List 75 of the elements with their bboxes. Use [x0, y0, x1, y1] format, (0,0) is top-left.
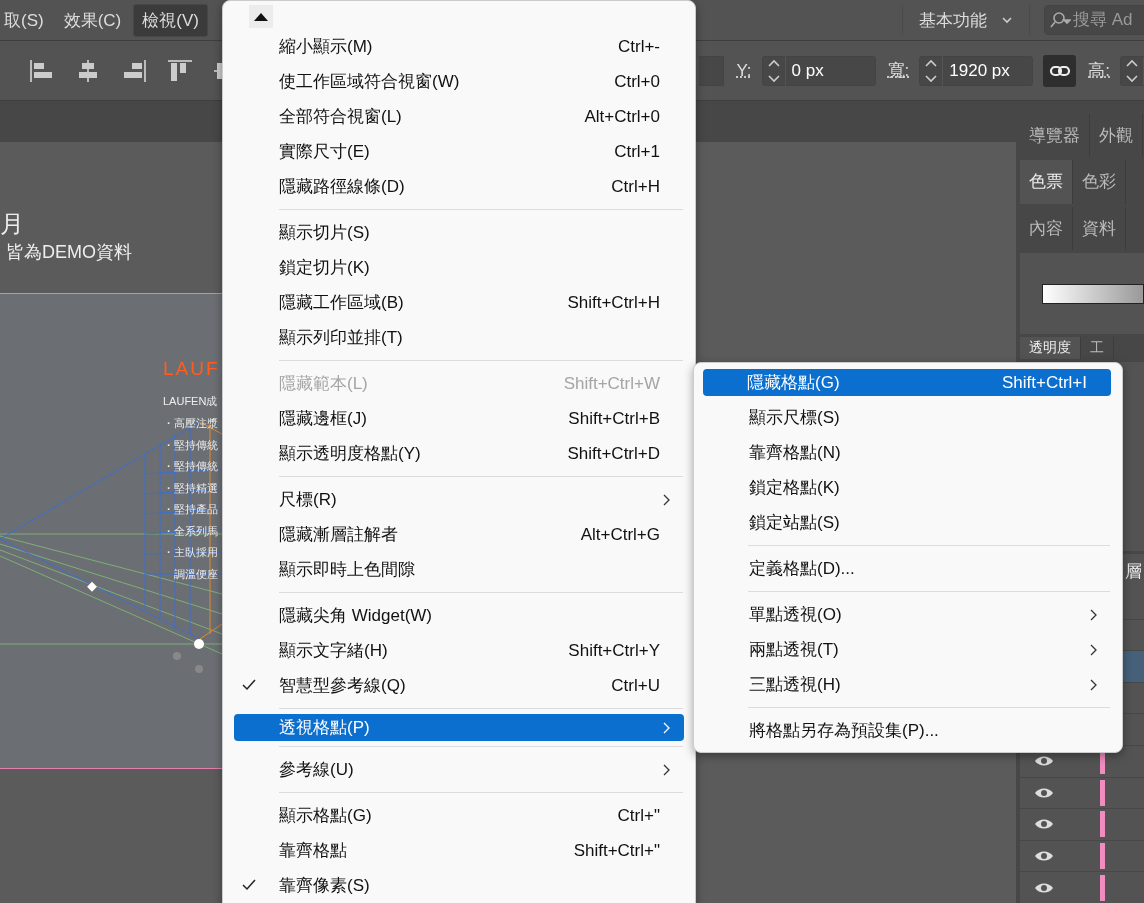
menu-item[interactable]: 顯示文字緒(H) Shift+Ctrl+Y	[234, 633, 684, 668]
menu-item[interactable]: 使工作區域符合視窗(W) Ctrl+0	[234, 64, 684, 99]
menu-item[interactable]: 顯示格點(G) Ctrl+"	[234, 798, 684, 833]
panel-tab[interactable]: 資料	[1073, 206, 1126, 251]
menu-item[interactable]: 顯示即時上色間隙	[234, 552, 684, 587]
panel-tab[interactable]: 色彩	[1073, 160, 1126, 204]
artwork-bullet: ・堅持精選	[163, 480, 219, 496]
menu-item[interactable]: 鎖定格點(K)	[705, 470, 1111, 505]
menu-item[interactable]: 隱藏漸層註解者 Alt+Ctrl+G	[234, 517, 684, 552]
menubar-item[interactable]: 效果(C)	[55, 4, 130, 36]
menu-item[interactable]: 透視格點(P)	[234, 714, 684, 741]
artwork-bullet: ・高壓注漿	[163, 416, 219, 431]
width-label: 寬:	[887, 60, 910, 82]
menu-item[interactable]: 隱藏邊框(J) Shift+Ctrl+B	[234, 401, 684, 436]
artboard-subtitle: 皆為DEMO資料	[5, 241, 132, 264]
menu-item[interactable]: 全部符合視窗(L) Alt+Ctrl+0	[234, 99, 684, 134]
workspace-switcher[interactable]: 基本功能	[902, 5, 1030, 35]
y-field[interactable]: 0 px	[761, 55, 876, 86]
menu-item[interactable]: 參考線(U)	[234, 752, 684, 787]
panel-tab[interactable]: 外觀	[1090, 113, 1143, 158]
menu-item[interactable]: 三點透視(H)	[705, 667, 1111, 702]
menu-item[interactable]: 靠齊格點(N)	[705, 435, 1111, 470]
search-icon	[1049, 11, 1071, 29]
layer-color-bar	[1100, 843, 1105, 870]
layer-row[interactable]	[1020, 840, 1144, 873]
scroll-up-icon[interactable]	[249, 5, 273, 28]
artwork-bullet: 調溫便座	[173, 566, 219, 582]
panel-tab[interactable]: 工	[1081, 337, 1114, 359]
menu-item[interactable]: 隱藏工作區域(B) Shift+Ctrl+H	[234, 285, 684, 320]
artwork-bullet: ・堅持傳統	[163, 437, 219, 453]
y-label: Y:	[736, 60, 752, 81]
menu-item[interactable]: 兩點透視(T)	[705, 632, 1111, 667]
artwork-bullet: ・堅持產品	[163, 502, 219, 517]
panel-tab[interactable]: 內容	[1020, 206, 1073, 251]
panel-tab[interactable]: 色票	[1020, 160, 1073, 204]
menu-item[interactable]: 尺標(R)	[234, 482, 684, 517]
artwork-text: LAUFEN成	[163, 394, 219, 409]
menu-item[interactable]: 隱藏尖角 Widget(W)	[234, 598, 684, 633]
layer-color-bar	[1100, 779, 1105, 806]
layer-row[interactable]	[1020, 777, 1144, 810]
menu-item[interactable]: 鎖定站點(S)	[705, 505, 1111, 540]
menubar-item[interactable]: 檢視(V)	[133, 3, 208, 37]
panel-tab[interactable]: 導覽器	[1020, 113, 1090, 158]
layer-row[interactable]	[1020, 809, 1144, 841]
height-field[interactable]	[1120, 55, 1144, 86]
layer-color-bar	[1100, 874, 1105, 901]
menubar-item[interactable]: 取(S)	[0, 4, 52, 36]
menu-item[interactable]: 隱藏格點(G) Shift+Ctrl+I	[703, 369, 1111, 396]
menu-item[interactable]: 顯示列印並排(T)	[234, 320, 684, 355]
artwork-title: LAUF	[163, 358, 220, 380]
link-button[interactable]	[1043, 54, 1077, 87]
panel-tab[interactable]: 透明度	[1020, 337, 1081, 359]
artboard-heading: 月	[0, 209, 24, 239]
menu-item[interactable]: 靠齊格點 Shift+Ctrl+"	[234, 833, 684, 868]
width-field[interactable]: 1920 px	[919, 55, 1034, 86]
layer-color-bar	[1100, 811, 1105, 838]
menu-item[interactable]: 將格點另存為預設集(P)...	[705, 713, 1111, 748]
artwork-bullet: ・堅持傳統	[163, 459, 219, 474]
menu-item[interactable]: 顯示尺標(S)	[705, 400, 1111, 435]
menu-item[interactable]: 定義格點(D)...	[705, 551, 1111, 586]
menu-item[interactable]: 鎖定切片(K)	[234, 250, 684, 285]
menu-item[interactable]: 靠齊像素(S)	[234, 868, 684, 903]
menu-item[interactable]: 單點透視(O)	[705, 597, 1111, 632]
height-label: 高:	[1088, 60, 1110, 82]
artwork-bullet: ・全系列馬	[163, 523, 219, 539]
chevron-down-icon	[1001, 16, 1013, 24]
menu-item[interactable]: 顯示透明度格點(Y) Shift+Ctrl+D	[234, 436, 684, 471]
menu-item[interactable]: 縮小顯示(M) Ctrl+-	[234, 29, 684, 64]
link-icon	[1048, 63, 1071, 78]
layers-title: 層	[1125, 560, 1142, 583]
search-field[interactable]: 搜尋 Ad	[1044, 5, 1144, 35]
menu-item[interactable]: 實際尺寸(E) Ctrl+1	[234, 134, 684, 169]
menu-item[interactable]: 顯示切片(S)	[234, 215, 684, 250]
menu-item[interactable]: 隱藏路徑線條(D) Ctrl+H	[234, 169, 684, 204]
menu-item[interactable]: 智慧型參考線(Q) Ctrl+U	[234, 668, 684, 703]
